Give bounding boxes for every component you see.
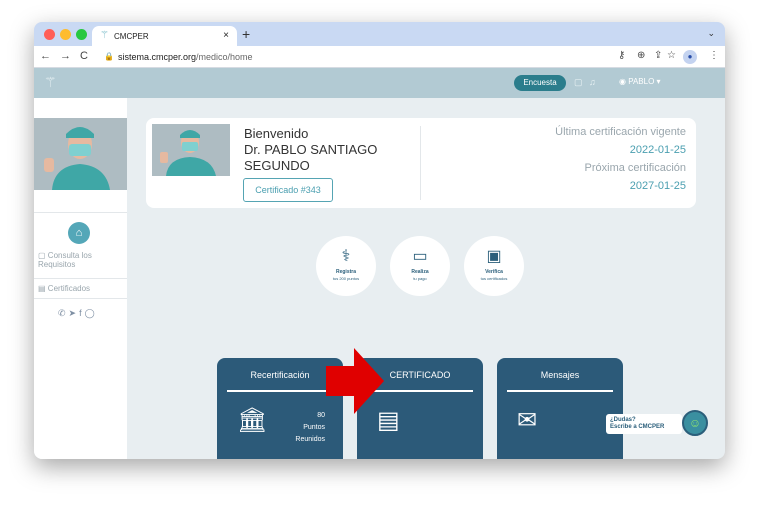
sidebar: ⌂ ▢ Consulta los Requisitos ▤ Certificad… <box>34 98 127 459</box>
points-label: Puntos <box>303 424 325 431</box>
certificate-number-button[interactable]: Certificado #343 <box>243 178 333 202</box>
doctor-icon: ⚕ <box>341 248 351 265</box>
points-label-2: Reunidos <box>295 436 325 443</box>
quick-action-title: Realiza <box>411 269 429 275</box>
doctor-name: Dr. PABLO SANTIAGO SEGUNDO <box>244 142 378 173</box>
social-links: ✆➤f◯ <box>58 308 98 319</box>
user-avatar-icon: ◉ <box>619 77 626 86</box>
browser-tab[interactable]: ⚚ CMCPER × <box>92 26 237 46</box>
profile-photo <box>152 124 230 176</box>
sidebar-divider <box>34 212 127 213</box>
mensajes-card[interactable]: Mensajes ✉ <box>497 358 623 459</box>
welcome-divider <box>420 126 421 200</box>
browser-toolbar: ← → C 🔒 sistema.cmcper.org/medico/home ⚷… <box>34 46 725 68</box>
sidebar-profile-photo <box>34 118 127 190</box>
quick-action-subtitle: tus 200 puntos <box>332 276 360 281</box>
next-cert-label: Próxima certificación <box>584 162 686 174</box>
browser-window: ⚚ CMCPER × + ⌄ ← → C 🔒 sistema.cmcper.or… <box>34 22 725 459</box>
user-menu[interactable]: ◉ PABLO ▾ <box>619 77 661 86</box>
tab-title: CMCPER <box>114 32 149 41</box>
sidebar-divider <box>34 298 127 299</box>
medical-message-icon: ✉ <box>517 407 538 434</box>
chat-prompt[interactable]: ¿Dudas? Escribe a CMCPER <box>606 414 682 434</box>
chat-line-1: ¿Dudas? <box>610 417 636 423</box>
recertificacion-card[interactable]: Recertificación 🏛 80 Puntos Reunidos <box>217 358 343 459</box>
card-divider <box>227 390 333 392</box>
teacher-desk-icon: 🏛 <box>237 407 268 434</box>
telegram-icon[interactable]: ➤ <box>69 308 80 318</box>
notifications-bell-icon[interactable]: ♫ <box>589 77 596 87</box>
close-tab-icon[interactable]: × <box>223 30 229 41</box>
messages-icon[interactable]: ▢ <box>574 77 583 88</box>
browser-menu-icon[interactable]: ⋮ <box>709 50 719 61</box>
key-icon[interactable]: ⚷ <box>618 50 625 61</box>
new-tab-button[interactable]: + <box>242 26 250 42</box>
tab-bar: ⚚ CMCPER × + ⌄ <box>34 22 725 46</box>
zoom-icon[interactable]: ⊕ <box>637 50 645 61</box>
sidebar-item-label: Certificados <box>47 284 91 293</box>
sidebar-item-requisitos[interactable]: ▢ Consulta los Requisitos <box>38 251 118 269</box>
registra-puntos-button[interactable]: ⚕ Registra tus 200 puntos <box>316 236 376 296</box>
quick-action-subtitle: tu pago <box>413 276 427 281</box>
cmcper-favicon-icon: ⚚ <box>100 30 109 41</box>
profile-avatar-icon[interactable]: ● <box>683 50 697 64</box>
tab-list-chevron-icon[interactable]: ⌄ <box>707 28 715 39</box>
home-icon[interactable]: ⌂ <box>68 222 90 244</box>
verifica-certificados-button[interactable]: ▣ Verifica tus certificados <box>464 236 524 296</box>
whatsapp-icon[interactable]: ◯ <box>85 308 98 318</box>
last-cert-label: Última certificación vigente <box>555 126 686 138</box>
next-cert-value: 2027-01-25 <box>629 180 686 192</box>
bookmark-star-icon[interactable]: ☆ <box>667 50 676 61</box>
payment-card-icon: ▭ <box>412 248 428 265</box>
back-button[interactable]: ← <box>40 50 51 62</box>
forward-button[interactable]: → <box>60 50 71 62</box>
reload-button[interactable]: C <box>80 50 88 62</box>
share-icon[interactable]: ⇪ <box>654 50 662 61</box>
sidebar-divider <box>34 278 127 279</box>
chat-line-2: Escribe a CMCPER <box>610 424 665 430</box>
points-value: 80 <box>317 412 325 419</box>
certificate-icon: ▤ <box>38 284 46 293</box>
card-title: Recertificación <box>250 370 310 380</box>
user-name: PABLO <box>628 77 655 86</box>
certificate-screen-icon: ▣ <box>486 248 502 265</box>
phone-icon[interactable]: ✆ <box>58 308 69 318</box>
card-title: Mensajes <box>540 370 580 380</box>
quick-action-title: Registra <box>335 269 356 275</box>
red-arrow-annotation <box>326 348 384 414</box>
cmcper-logo-icon[interactable]: ⚚ <box>44 74 57 91</box>
last-cert-value: 2022-01-25 <box>629 144 686 156</box>
quick-action-subtitle: tus certificados <box>480 276 508 281</box>
sidebar-item-certificados[interactable]: ▤ Certificados <box>38 284 90 293</box>
chat-bubble-icon[interactable]: ☺ <box>682 410 708 436</box>
chevron-down-icon: ▾ <box>656 77 661 86</box>
url-path: /medico/home <box>196 52 253 62</box>
welcome-greeting: Bienvenido <box>244 126 309 141</box>
zoom-window-button[interactable] <box>76 29 87 40</box>
card-divider <box>507 390 613 392</box>
welcome-card: Bienvenido Dr. PABLO SANTIAGO SEGUNDO Ce… <box>146 118 696 208</box>
realiza-pago-button[interactable]: ▭ Realiza tu pago <box>390 236 450 296</box>
sidebar-item-label: Consulta los Requisitos <box>38 251 92 269</box>
encuesta-button[interactable]: Encuesta <box>514 75 566 91</box>
address-bar[interactable]: 🔒 sistema.cmcper.org/medico/home <box>104 49 624 65</box>
url-host: sistema.cmcper.org <box>118 52 197 62</box>
lock-icon: 🔒 <box>104 52 114 61</box>
app-header: ⚚ Encuesta ▢ ♫ ◉ PABLO ▾ <box>34 68 725 98</box>
close-window-button[interactable] <box>44 29 55 40</box>
minimize-window-button[interactable] <box>60 29 71 40</box>
document-icon: ▢ <box>38 251 46 260</box>
quick-action-title: Verifica <box>485 269 503 275</box>
